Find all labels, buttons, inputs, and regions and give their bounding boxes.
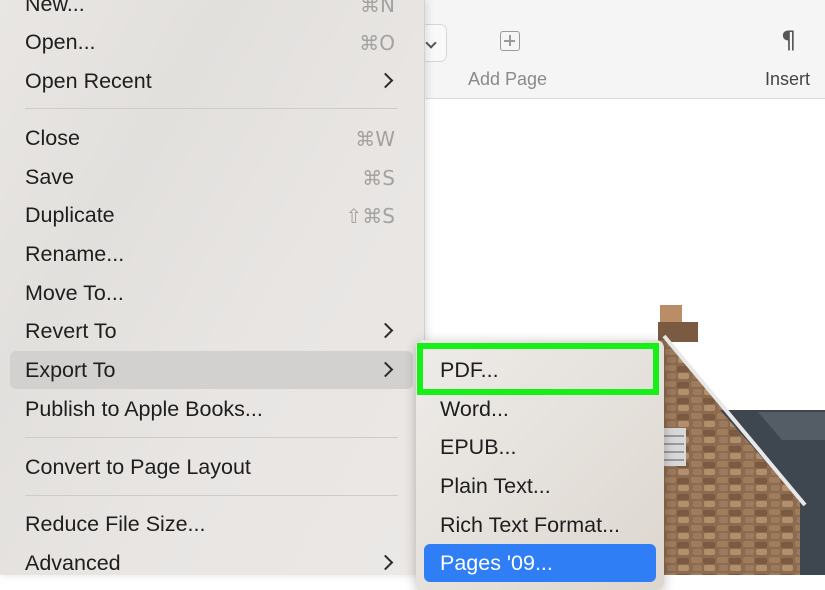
menu-separator: [25, 108, 398, 109]
menu-item-rename[interactable]: Rename...: [10, 235, 413, 273]
menu-item-new[interactable]: New... ⌘N: [10, 0, 413, 23]
menu-item-label: Open Recent: [25, 69, 152, 93]
menu-item-label: Duplicate: [25, 203, 115, 227]
menu-item-open-recent[interactable]: Open Recent: [10, 62, 413, 100]
menu-item-label: Save: [25, 165, 75, 189]
submenu-item-label: EPUB...: [440, 435, 517, 459]
submenu-item-rich-text-format[interactable]: Rich Text Format...: [424, 506, 656, 544]
menu-item-shortcut: ⌘O: [359, 31, 395, 55]
menu-item-publish-apple-books[interactable]: Publish to Apple Books...: [10, 390, 413, 428]
submenu-item-word[interactable]: Word...: [424, 390, 656, 428]
menu-item-advanced[interactable]: Advanced: [10, 544, 413, 582]
file-menu: New... ⌘N Open... ⌘O Open Recent Close ⌘…: [0, 0, 425, 575]
menu-item-label: Publish to Apple Books...: [25, 397, 263, 421]
submenu-item-label: Pages '09...: [440, 551, 553, 575]
menu-item-label: Open...: [25, 30, 96, 54]
chevron-right-icon: [377, 72, 394, 89]
menu-item-shortcut: ⌘W: [355, 127, 395, 151]
menu-separator: [25, 495, 398, 496]
menu-item-duplicate[interactable]: Duplicate ⇧⌘S: [10, 196, 413, 234]
pilcrow-icon[interactable]: ¶: [781, 26, 796, 54]
menu-item-reduce-file-size[interactable]: Reduce File Size...: [10, 505, 413, 543]
menu-item-label: New...: [25, 0, 85, 16]
menu-item-shortcut: ⌘S: [362, 166, 395, 190]
submenu-item-label: Plain Text...: [440, 474, 551, 498]
menu-item-save[interactable]: Save ⌘S: [10, 158, 413, 196]
submenu-item-pages-09[interactable]: Pages '09...: [424, 544, 656, 582]
menu-item-shortcut: ⇧⌘S: [345, 204, 395, 228]
insert-label[interactable]: Insert: [765, 69, 810, 90]
menu-item-label: Move To...: [25, 281, 124, 305]
menu-item-move-to[interactable]: Move To...: [10, 274, 413, 312]
menu-item-revert-to[interactable]: Revert To: [10, 312, 413, 350]
menu-item-convert-page-layout[interactable]: Convert to Page Layout: [10, 448, 413, 486]
menu-item-label: Export To: [25, 358, 116, 382]
menu-item-export-to[interactable]: Export To: [10, 351, 413, 389]
menu-item-label: Advanced: [25, 551, 121, 575]
menu-item-open[interactable]: Open... ⌘O: [10, 23, 413, 61]
add-page-label[interactable]: Add Page: [468, 69, 547, 90]
chevron-right-icon: [377, 554, 394, 571]
menu-separator: [25, 437, 398, 438]
menu-item-label: Revert To: [25, 319, 117, 343]
menu-item-shortcut: ⌘N: [360, 0, 395, 17]
submenu-item-label: Word...: [440, 397, 509, 421]
submenu-item-plain-text[interactable]: Plain Text...: [424, 467, 656, 505]
submenu-item-epub[interactable]: EPUB...: [424, 428, 656, 466]
menu-item-label: Reduce File Size...: [25, 512, 206, 536]
submenu-item-label: Rich Text Format...: [440, 513, 621, 537]
chevron-right-icon: [377, 361, 394, 378]
menu-item-label: Close: [25, 126, 80, 150]
chevron-right-icon: [377, 322, 394, 339]
menu-item-close[interactable]: Close ⌘W: [10, 119, 413, 157]
add-page-icon[interactable]: [500, 31, 520, 51]
menu-item-label: Rename...: [25, 242, 125, 266]
menu-item-label: Convert to Page Layout: [25, 455, 251, 479]
annotation-highlight-box: [417, 343, 659, 395]
